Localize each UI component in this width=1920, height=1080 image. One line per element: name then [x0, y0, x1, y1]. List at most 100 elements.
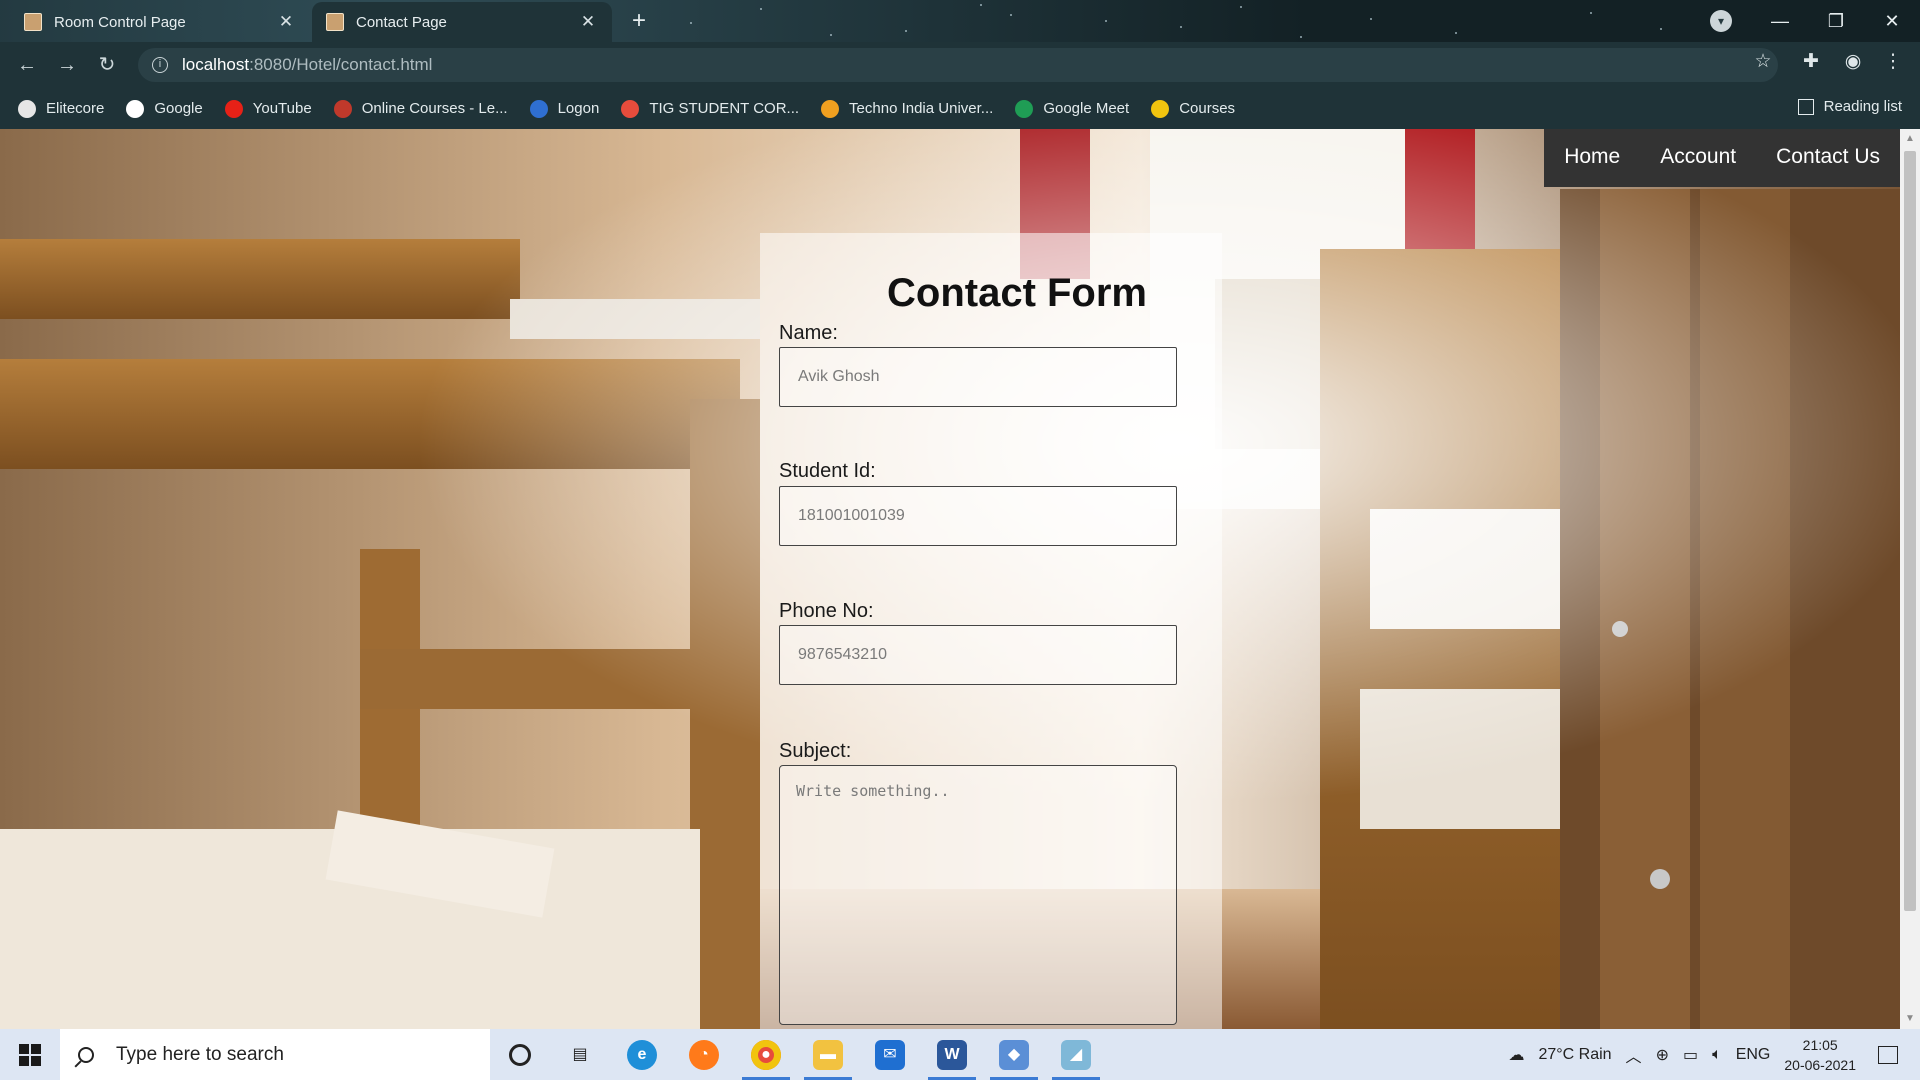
subject-textarea[interactable] [779, 765, 1177, 1025]
form-title: Contact Form [887, 271, 1147, 315]
nav-link-home[interactable]: Home [1544, 129, 1640, 187]
bookmark-item[interactable]: Online Courses - Le... [333, 99, 508, 118]
scroll-down-icon[interactable]: ▼ [1904, 1013, 1916, 1024]
scrollbar-thumb[interactable] [1904, 151, 1916, 911]
forward-arrow-icon[interactable]: → [52, 50, 82, 80]
back-arrow-icon[interactable]: ← [12, 50, 42, 80]
bookmark-favicon-icon [18, 99, 36, 118]
extensions-puzzle-icon[interactable]: ✚ [1796, 50, 1826, 73]
bookmark-favicon-icon [1015, 99, 1034, 118]
bookmark-label: Elitecore [46, 100, 105, 117]
network-icon[interactable]: ⊕ [1656, 1045, 1669, 1065]
tab-contact-page[interactable]: Contact Page ✕ [312, 2, 612, 42]
weather-icon[interactable]: ☁ [1508, 1045, 1524, 1065]
battery-icon[interactable]: ▭ [1683, 1045, 1698, 1065]
window-controls: — ❐ ✕ [1752, 0, 1920, 42]
reading-list-button[interactable]: Reading list [1797, 98, 1902, 115]
clock[interactable]: 21:05 20-06-2021 [1784, 1035, 1856, 1075]
mail-icon[interactable]: ✉ [860, 1029, 920, 1080]
system-tray: ☁ 27°C Rain ︿ ⊕ ▭ 🔈︎ ENG 21:05 20-06-202… [1508, 1029, 1920, 1080]
app-icon[interactable]: ◢ [1046, 1029, 1106, 1080]
search-icon [78, 1046, 94, 1063]
volume-icon[interactable]: 🔈︎ [1712, 1046, 1722, 1064]
bookmark-label: Logon [557, 100, 600, 117]
nav-link-contact-us[interactable]: Contact Us [1756, 129, 1900, 187]
tab-title: Contact Page [356, 13, 447, 31]
bookmark-item[interactable]: Elitecore [18, 99, 105, 118]
search-placeholder: Type here to search [116, 1043, 284, 1065]
contact-form-panel: Contact Form Name: Student Id: Phone No:… [760, 233, 1222, 1029]
page-scrollbar[interactable]: ▲ ▼ [1900, 129, 1920, 1029]
notification-icon[interactable] [1878, 1045, 1898, 1064]
reading-list-icon [1797, 98, 1814, 115]
student-id-field[interactable] [779, 486, 1177, 546]
virtualbox-icon[interactable]: ◆ [984, 1029, 1044, 1080]
site-navbar: Home Account Contact Us [1544, 129, 1900, 187]
bookmark-favicon-icon [126, 99, 145, 118]
minimize-icon[interactable]: — [1752, 11, 1808, 32]
firefox-icon[interactable]: ◔ [674, 1029, 734, 1080]
reading-list-label: Reading list [1823, 98, 1902, 115]
close-icon[interactable]: ✕ [578, 12, 598, 32]
info-icon[interactable]: i [152, 57, 168, 73]
bookmark-label: YouTube [252, 100, 312, 117]
bookmark-label: Courses [1179, 100, 1236, 117]
page-favicon-icon [24, 13, 42, 31]
file-explorer-icon[interactable]: ▬ [798, 1029, 858, 1080]
bookmark-favicon-icon [821, 99, 840, 118]
phone-field[interactable] [779, 625, 1177, 685]
windows-logo-icon [19, 1043, 41, 1066]
show-hidden-icons-icon[interactable]: ︿ [1626, 1043, 1642, 1067]
bookmark-label: Techno India Univer... [849, 100, 994, 117]
reload-icon[interactable]: ↻ [92, 50, 122, 80]
language-indicator[interactable]: ENG [1736, 1046, 1771, 1064]
bookmark-label: Google Meet [1043, 100, 1130, 117]
weather-text[interactable]: 27°C Rain [1538, 1046, 1611, 1064]
address-bar[interactable]: i localhost :8080/Hotel/contact.html [138, 48, 1778, 82]
bookmark-item[interactable]: Google Meet [1015, 99, 1130, 118]
scroll-up-icon[interactable]: ▲ [1904, 133, 1916, 144]
bookmark-item[interactable]: TIG STUDENT COR... [621, 99, 800, 118]
bookmark-label: TIG STUDENT COR... [649, 100, 800, 117]
new-tab-button[interactable]: + [624, 6, 654, 36]
nav-link-account[interactable]: Account [1640, 129, 1756, 187]
name-label: Name: [779, 322, 838, 344]
bookmark-label: Online Courses - Le... [361, 100, 508, 117]
tab-room-control[interactable]: Room Control Page ✕ [10, 2, 310, 42]
bookmark-favicon-icon [1151, 99, 1170, 118]
clock-time: 21:05 [1802, 1036, 1838, 1053]
phone-label: Phone No: [779, 600, 874, 622]
tab-title: Room Control Page [54, 13, 186, 31]
bookmarks-bar: Elitecore Google YouTube Online Courses - L… [0, 88, 1920, 129]
bookmark-favicon-icon [333, 99, 352, 118]
bookmark-label: Google [154, 100, 203, 117]
edge-icon[interactable]: e [612, 1029, 672, 1080]
bookmark-favicon-icon [529, 99, 548, 118]
taskbar-search-box[interactable]: Type here to search [60, 1029, 490, 1080]
bookmark-item[interactable]: Logon [529, 99, 600, 118]
menu-kebab-icon[interactable]: ⋮ [1878, 50, 1908, 73]
windows-taskbar: Type here to search ▤ e ◔ ● ▬ ✉ W ◆ ◢ ☁ … [0, 1029, 1920, 1080]
bookmark-favicon-icon [621, 99, 640, 118]
chrome-icon[interactable]: ● [736, 1029, 796, 1080]
bookmark-item[interactable]: Google [126, 99, 203, 118]
name-field[interactable] [779, 347, 1177, 407]
profile-avatar[interactable]: ◉ [1838, 50, 1868, 73]
bookmark-item[interactable]: YouTube [224, 99, 312, 118]
page-viewport: Home Account Contact Us Contact Form Nam… [0, 129, 1900, 1029]
bookmark-item[interactable]: Techno India Univer... [821, 99, 994, 118]
bookmark-item[interactable]: Courses [1151, 99, 1236, 118]
cortana-icon[interactable] [490, 1029, 550, 1080]
start-button[interactable] [0, 1029, 60, 1080]
close-icon[interactable]: ✕ [276, 12, 296, 32]
word-icon[interactable]: W [922, 1029, 982, 1080]
bookmark-star-icon[interactable]: ☆ [1748, 50, 1778, 73]
tab-search-icon[interactable]: ▾ [1710, 10, 1732, 32]
task-view-icon[interactable]: ▤ [550, 1029, 610, 1080]
browser-titlebar: Room Control Page ✕ Contact Page ✕ + ▾ —… [0, 0, 1920, 42]
bookmark-favicon-icon [224, 99, 243, 118]
url-path: :8080/Hotel/contact.html [249, 55, 433, 74]
restore-icon[interactable]: ❐ [1808, 11, 1864, 32]
url-host: localhost [182, 55, 250, 74]
window-close-icon[interactable]: ✕ [1864, 11, 1920, 32]
